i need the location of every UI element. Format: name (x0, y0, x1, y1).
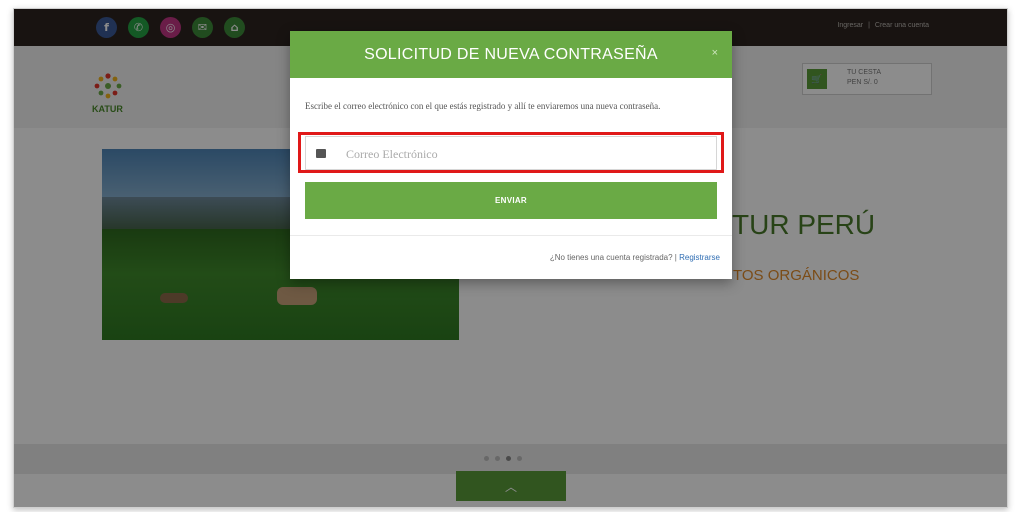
close-icon[interactable]: × (712, 47, 718, 59)
register-question: ¿No tienes una cuenta registrada? | (549, 253, 677, 262)
browser-frame: f ✆ ◎ ✉ ⌂ Ingresar | Crear una cuenta KA… (13, 8, 1008, 508)
modal-description: Escribe el correo electrónico con el que… (305, 101, 661, 111)
password-reset-modal: SOLICITUD DE NUEVA CONTRASEÑA × Escribe … (290, 31, 732, 279)
modal-title: SOLICITUD DE NUEVA CONTRASEÑA (364, 45, 658, 63)
register-link[interactable]: Registrarse (679, 253, 720, 262)
send-button[interactable]: ENVIAR (305, 182, 717, 219)
modal-header: SOLICITUD DE NUEVA CONTRASEÑA × (290, 31, 732, 78)
modal-divider (290, 235, 732, 236)
register-prompt: ¿No tienes una cuenta registrada? | Regi… (550, 253, 720, 262)
email-field-highlight (298, 132, 724, 173)
